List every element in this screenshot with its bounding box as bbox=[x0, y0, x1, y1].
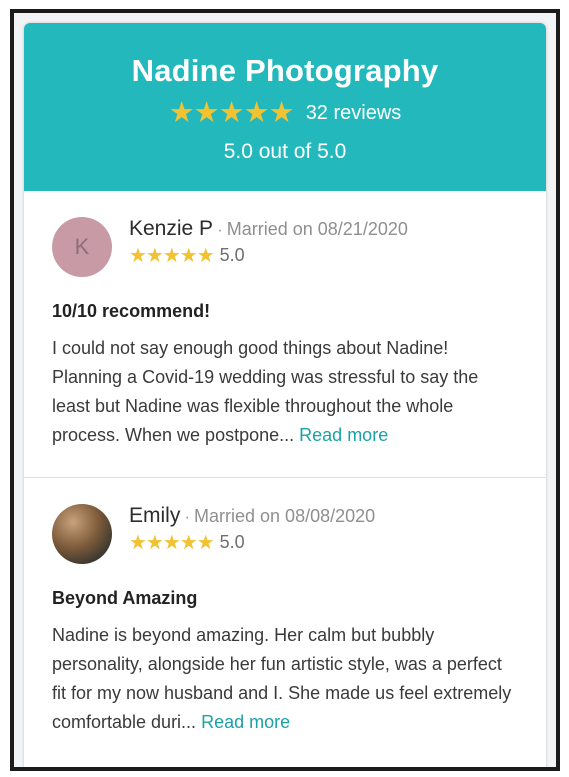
avatar-letter: K bbox=[74, 234, 90, 259]
read-more-link[interactable]: Read more bbox=[201, 712, 290, 732]
reviews-card: Nadine Photography ★★★★★ 32 reviews 5.0 … bbox=[24, 23, 546, 767]
reviewer-line: Emily · Married on 08/08/2020 bbox=[129, 504, 375, 528]
screenshot-frame: Nadine Photography ★★★★★ 32 reviews 5.0 … bbox=[10, 9, 560, 771]
rating-summary: ★★★★★ 32 reviews bbox=[24, 99, 546, 128]
review-body: I could not say enough good things about… bbox=[52, 334, 517, 450]
review-header: K Kenzie P · Married on 08/21/2020 ★★★★★ 5… bbox=[52, 217, 526, 277]
avatar: K bbox=[52, 217, 112, 277]
review-item: K Kenzie P · Married on 08/21/2020 ★★★★★ 5… bbox=[24, 191, 546, 478]
reviewer-name: Emily bbox=[129, 504, 181, 527]
review-body: Nadine is beyond amazing. Her calm but b… bbox=[52, 621, 517, 737]
star-rating-icon: ★★★★★ bbox=[129, 244, 215, 267]
vendor-header: Nadine Photography ★★★★★ 32 reviews 5.0 … bbox=[24, 23, 546, 191]
vendor-name: Nadine Photography bbox=[131, 53, 439, 88]
married-date: Married on 08/21/2020 bbox=[226, 219, 408, 239]
review-header: Emily · Married on 08/08/2020 ★★★★★ 5.0 bbox=[52, 504, 526, 564]
review-title: 10/10 recommend! bbox=[52, 301, 211, 321]
separator: · bbox=[184, 507, 191, 526]
rating-value: 5.0 bbox=[219, 245, 245, 265]
star-rating-icon: ★★★★★ bbox=[129, 531, 215, 554]
review-count[interactable]: 32 reviews bbox=[306, 102, 402, 125]
review-item: Emily · Married on 08/08/2020 ★★★★★ 5.0 Be… bbox=[24, 478, 546, 764]
avatar bbox=[52, 504, 112, 564]
review-text: I could not say enough good things about… bbox=[52, 338, 479, 445]
star-rating-icon: ★★★★★ bbox=[168, 97, 295, 129]
reviewer-line: Kenzie P · Married on 08/21/2020 bbox=[129, 217, 408, 241]
reviewer-info: Kenzie P · Married on 08/21/2020 ★★★★★ 5.0 bbox=[129, 217, 408, 266]
review-rating: ★★★★★ 5.0 bbox=[129, 532, 375, 553]
review-title: Beyond Amazing bbox=[52, 588, 198, 608]
reviewer-name: Kenzie P bbox=[129, 217, 214, 240]
reviewer-info: Emily · Married on 08/08/2020 ★★★★★ 5.0 bbox=[129, 504, 375, 553]
separator: · bbox=[217, 220, 223, 239]
married-date: Married on 08/08/2020 bbox=[194, 506, 376, 526]
rating-value: 5.0 bbox=[219, 532, 245, 552]
read-more-link[interactable]: Read more bbox=[299, 425, 388, 445]
average-score: 5.0 out of 5.0 bbox=[223, 140, 347, 163]
review-rating: ★★★★★ 5.0 bbox=[129, 245, 408, 266]
